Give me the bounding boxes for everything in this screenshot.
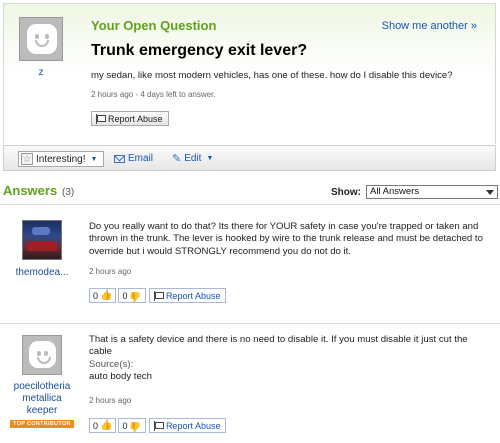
question-action-bar: ☆ Interesting! ▼ Email ✎ Edit ▼: [3, 145, 496, 171]
question-body: my sedan, like most modern vehicles, has…: [91, 70, 453, 81]
thumbs-up-icon: 👍: [100, 419, 113, 431]
answer-item: themodea... Do you really want to do tha…: [0, 205, 500, 323]
asker-name-link[interactable]: z: [19, 67, 63, 78]
thumbs-down-button[interactable]: 0 👍: [118, 418, 146, 433]
question-panel: z Your Open Question Show me another » T…: [3, 3, 496, 144]
asker-info: z: [19, 17, 63, 78]
thumbs-up-button[interactable]: 0 👍: [89, 418, 117, 433]
answer-text: That is a safety device and there is no …: [89, 334, 489, 384]
answer-time: 2 hours ago: [89, 267, 132, 276]
answerer-info: themodea...: [8, 220, 76, 279]
avatar[interactable]: [22, 220, 62, 260]
thumbs-down-count: 0: [122, 290, 128, 301]
report-abuse-button[interactable]: Report Abuse: [148, 288, 227, 303]
pencil-icon: ✎: [172, 152, 182, 165]
email-link[interactable]: Email: [114, 153, 153, 164]
thumbs-down-icon: 👍: [129, 420, 142, 432]
answer-filter: Show: All Answers: [331, 185, 498, 199]
thumbs-down-icon: 👍: [129, 290, 142, 302]
answerer-name-link[interactable]: themodea...: [8, 267, 76, 279]
answer-filter-value: All Answers: [370, 186, 420, 197]
thumbs-up-icon: 👍: [100, 289, 113, 301]
show-label: Show:: [331, 186, 361, 198]
email-label: Email: [128, 153, 154, 164]
thumbs-up-count: 0: [93, 420, 99, 431]
source-value: auto body tech: [89, 371, 152, 383]
chevron-down-icon: ▼: [90, 155, 98, 163]
edit-label: Edit: [184, 153, 202, 164]
thumbs-up-count: 0: [93, 290, 99, 301]
star-icon: ☆: [21, 153, 33, 165]
answer-item: poecilotheria metallica keeper TOP CONTR…: [0, 324, 500, 443]
question-section-label: Your Open Question: [91, 18, 217, 33]
interesting-button[interactable]: ☆ Interesting! ▼: [18, 151, 105, 167]
top-contributor-badge: TOP CONTRIBUTOR: [10, 420, 74, 428]
default-avatar-icon[interactable]: [22, 335, 62, 375]
answer-text: Do you really want to do that? Its there…: [89, 221, 483, 257]
answers-count: (3): [61, 187, 75, 198]
report-abuse-label: Report Abuse: [165, 290, 221, 301]
thumbs-down-button[interactable]: 0 👍: [118, 288, 146, 303]
question-meta: 2 hours ago - 4 days left to answer.: [91, 90, 216, 99]
answers-heading: Answers (3): [3, 183, 74, 198]
interesting-label: Interesting!: [36, 153, 86, 165]
answer-actions: 0 👍 0 👍 Report Abuse: [89, 418, 227, 433]
source-label: Source(s):: [89, 358, 134, 370]
show-another-link[interactable]: Show me another »: [382, 20, 477, 32]
flag-icon: [95, 113, 106, 124]
answers-title: Answers: [3, 183, 58, 198]
answerer-name-link[interactable]: poecilotheria metallica keeper: [8, 381, 76, 417]
report-abuse-button[interactable]: Report Abuse: [148, 418, 227, 433]
answer-time: 2 hours ago: [89, 396, 132, 405]
answerer-info: poecilotheria metallica keeper TOP CONTR…: [8, 335, 76, 428]
flag-icon: [153, 420, 164, 431]
default-avatar-icon[interactable]: [19, 17, 63, 61]
report-abuse-button[interactable]: Report Abuse: [91, 111, 169, 126]
flag-icon: [153, 290, 164, 301]
answer-actions: 0 👍 0 👍 Report Abuse: [89, 288, 227, 303]
thumbs-up-button[interactable]: 0 👍: [89, 288, 117, 303]
report-abuse-label: Report Abuse: [108, 113, 163, 124]
mail-icon: [114, 154, 125, 163]
chevron-down-icon: [486, 190, 494, 195]
chevron-down-icon: ▼: [206, 155, 214, 162]
answer-body: That is a safety device and there is no …: [89, 334, 468, 358]
answer-filter-select[interactable]: All Answers: [366, 185, 498, 199]
report-abuse-label: Report Abuse: [165, 420, 221, 431]
question-title: Trunk emergency exit lever?: [91, 42, 308, 59]
thumbs-down-count: 0: [122, 420, 128, 431]
edit-link[interactable]: ✎ Edit ▼: [172, 153, 213, 164]
